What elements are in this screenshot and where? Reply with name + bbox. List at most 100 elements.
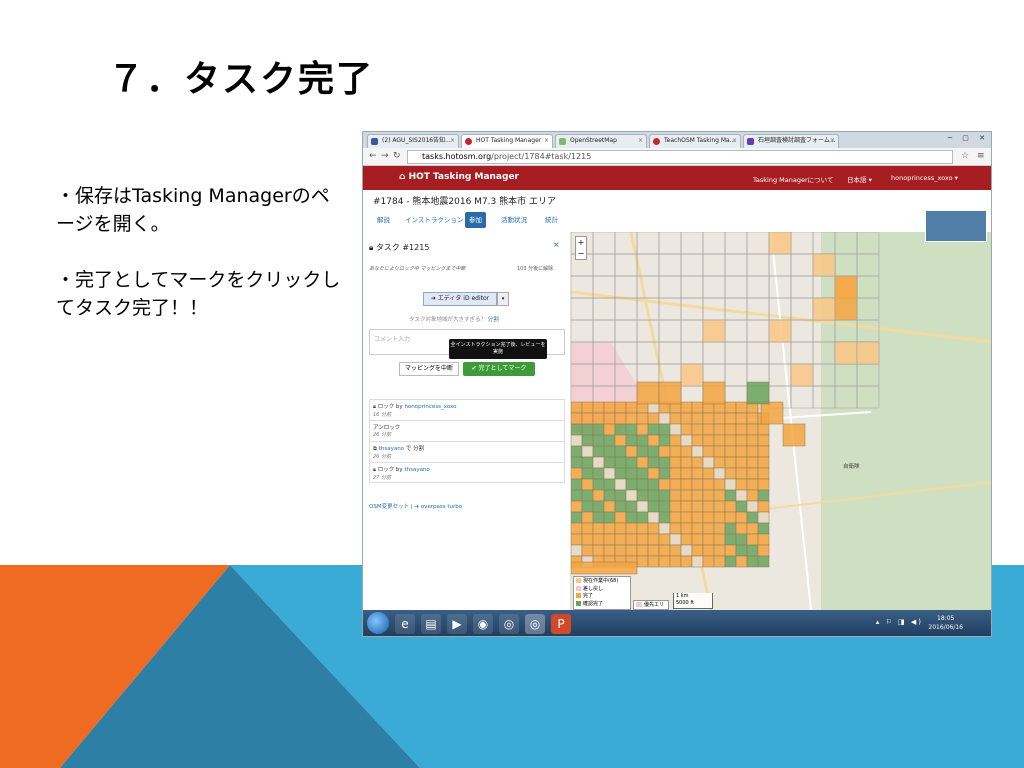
map-cell[interactable]: [592, 544, 605, 557]
folder-icon[interactable]: ▤: [421, 614, 441, 634]
map-cell[interactable]: [625, 522, 638, 535]
map-cell[interactable]: [724, 544, 737, 557]
map-cell[interactable]: [713, 500, 726, 513]
map-cell[interactable]: [669, 478, 682, 491]
map-cell[interactable]: [625, 489, 638, 502]
map-cell[interactable]: [713, 533, 726, 546]
map-cell[interactable]: [581, 423, 594, 436]
zoom-control[interactable]: + −: [575, 236, 587, 260]
map-cell[interactable]: [581, 489, 594, 502]
map-cell[interactable]: [691, 423, 704, 436]
map-cell[interactable]: [834, 341, 858, 365]
map-cell[interactable]: [713, 423, 726, 436]
map-cell[interactable]: [658, 467, 671, 480]
map-cell[interactable]: [757, 456, 770, 469]
map-cell[interactable]: [757, 445, 770, 458]
browser-tab-osm[interactable]: OpenStreetMap ×: [555, 134, 647, 148]
tray-icons[interactable]: ▴ ⚐ ◨ ◀): [876, 618, 923, 626]
map-cell[interactable]: [603, 511, 616, 524]
map-cell[interactable]: [757, 434, 770, 447]
powerpoint-icon[interactable]: P: [551, 614, 571, 634]
map-cell[interactable]: [592, 412, 605, 425]
map-cell[interactable]: [614, 412, 627, 425]
map-cell[interactable]: [647, 533, 660, 546]
map-cell[interactable]: [724, 412, 737, 425]
map-cell[interactable]: [746, 423, 759, 436]
map-cell[interactable]: [625, 478, 638, 491]
map-cell[interactable]: [669, 445, 682, 458]
map-cell[interactable]: [746, 533, 759, 546]
browser-tab-hot[interactable]: HOT Tasking Manager ×: [461, 134, 553, 148]
map-cell[interactable]: [746, 500, 759, 513]
window-controls[interactable]: ─ ▢ ✕: [948, 134, 989, 142]
map-cell[interactable]: [782, 423, 806, 447]
map-cell[interactable]: [724, 522, 737, 535]
map-cell[interactable]: [691, 478, 704, 491]
map-cell[interactable]: [592, 423, 605, 436]
map-cell[interactable]: [571, 401, 583, 414]
star-icon[interactable]: ☆: [961, 151, 969, 161]
map-cell[interactable]: [702, 467, 715, 480]
map-cell[interactable]: [636, 522, 649, 535]
map-cell[interactable]: [691, 412, 704, 425]
map-cell[interactable]: [614, 511, 627, 524]
map-cell[interactable]: [614, 456, 627, 469]
browser-tab-facebook[interactable]: (2) AGU_SIS2016告知... ×: [367, 134, 459, 148]
map-canvas[interactable]: [571, 232, 992, 610]
map-cell[interactable]: [603, 467, 616, 480]
map-cell[interactable]: [735, 467, 748, 480]
map-cell[interactable]: [603, 434, 616, 447]
map-cell[interactable]: [592, 522, 605, 535]
map-cell[interactable]: [735, 445, 748, 458]
map-cell[interactable]: [746, 445, 759, 458]
map-cell[interactable]: [757, 500, 770, 513]
map-cell[interactable]: [691, 434, 704, 447]
map-cell[interactable]: [691, 522, 704, 535]
map-cell[interactable]: [724, 456, 737, 469]
map-cell[interactable]: [669, 467, 682, 480]
map-cell[interactable]: [768, 319, 792, 343]
map-cell[interactable]: [614, 445, 627, 458]
map-cell[interactable]: [724, 489, 737, 502]
map-cell[interactable]: [603, 445, 616, 458]
map-cell[interactable]: [691, 445, 704, 458]
map-cell[interactable]: [571, 456, 583, 469]
map-cell[interactable]: [702, 489, 715, 502]
map-cell[interactable]: [669, 533, 682, 546]
map-cell[interactable]: [571, 500, 583, 513]
map-cell[interactable]: [581, 401, 594, 414]
map-cell[interactable]: [746, 511, 759, 524]
map-cell[interactable]: [724, 401, 737, 414]
browser-tab-form[interactable]: 石垣調査検討調査フォーム... ×: [743, 134, 839, 148]
map-cell[interactable]: [592, 511, 605, 524]
map-cell[interactable]: [724, 500, 737, 513]
map-cell[interactable]: [658, 412, 671, 425]
map-cell[interactable]: [768, 232, 792, 255]
map-cell[interactable]: [636, 412, 649, 425]
map-cell[interactable]: [614, 544, 627, 557]
map-cell[interactable]: [691, 544, 704, 557]
task-map[interactable]: +− 自衛隊 現在作業中(68) 差し戻し 完了 確認完了 優先エリア 1 km…: [571, 232, 992, 610]
map-cell[interactable]: [856, 341, 880, 365]
nav-user[interactable]: honoprincess_xoxo ▾: [891, 174, 958, 182]
map-cell[interactable]: [581, 511, 594, 524]
map-cell[interactable]: [647, 423, 660, 436]
map-cell[interactable]: [625, 544, 638, 557]
map-cell[interactable]: [735, 489, 748, 502]
map-cell[interactable]: [669, 423, 682, 436]
map-cell[interactable]: [691, 456, 704, 469]
zoom-out-icon[interactable]: −: [576, 248, 586, 259]
map-cell[interactable]: [735, 555, 748, 568]
tab-activity[interactable]: 活動状況: [497, 212, 531, 228]
map-cell[interactable]: [680, 363, 704, 387]
map-cell[interactable]: [571, 511, 583, 524]
map-cell[interactable]: [746, 467, 759, 480]
map-cell[interactable]: [592, 456, 605, 469]
map-cell[interactable]: [735, 401, 748, 414]
editor-dropdown[interactable]: ▾: [497, 292, 509, 306]
map-cell[interactable]: [746, 412, 759, 425]
map-cell[interactable]: [702, 478, 715, 491]
map-cell[interactable]: [702, 445, 715, 458]
map-cell[interactable]: [603, 544, 616, 557]
close-tab-icon[interactable]: ×: [732, 135, 737, 147]
